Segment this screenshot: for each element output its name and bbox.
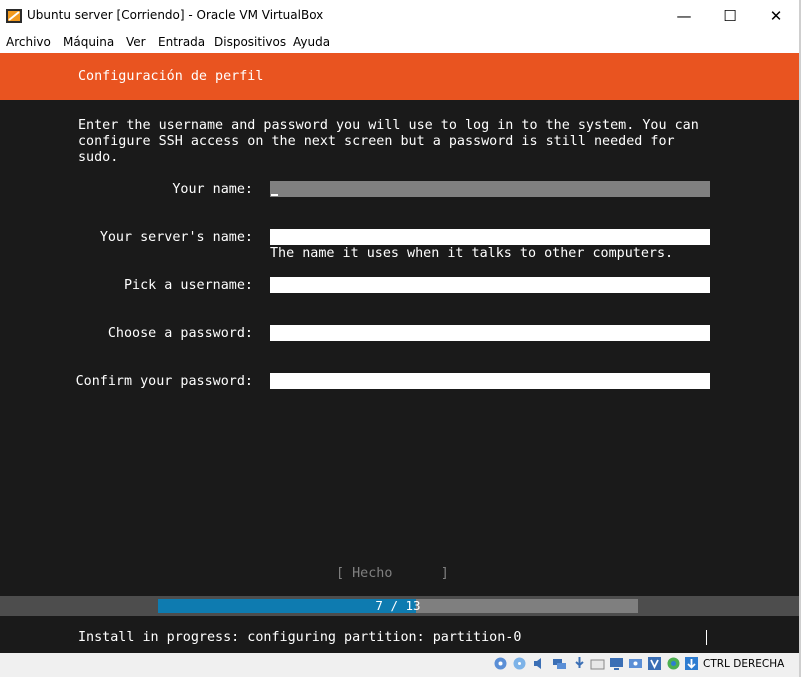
your-name-input[interactable] [270, 181, 710, 197]
shared-folders-icon[interactable] [590, 656, 605, 671]
network-icon[interactable] [552, 656, 567, 671]
minimize-button[interactable]: — [661, 0, 707, 32]
close-button[interactable]: ✕ [753, 0, 799, 32]
keyboard-capture-icon[interactable] [684, 656, 699, 671]
menu-maquina[interactable]: Máquina [63, 35, 114, 49]
hard-disk-icon[interactable] [493, 656, 508, 671]
mouse-integration-icon[interactable] [666, 656, 681, 671]
label-your-name: Your name: [172, 182, 253, 197]
maximize-button[interactable]: ☐ [707, 0, 753, 32]
label-username: Pick a username: [124, 278, 253, 293]
console-caret [706, 630, 707, 645]
usb-icon[interactable] [572, 656, 587, 671]
menu-archivo[interactable]: Archivo [6, 35, 51, 49]
window-title: Ubuntu server [Corriendo] - Oracle VM Vi… [27, 8, 324, 22]
virtualbox-app-icon [6, 9, 22, 23]
password-input[interactable] [270, 325, 710, 341]
username-input[interactable] [270, 277, 710, 293]
vm-console[interactable]: Configuración de perfil Enter the userna… [0, 53, 799, 653]
optical-drive-icon[interactable] [512, 656, 527, 671]
text-cursor [271, 194, 278, 196]
menu-entrada[interactable]: Entrada [158, 35, 205, 49]
recording-icon[interactable] [628, 656, 643, 671]
page-title: Configuración de perfil [78, 69, 264, 84]
display-icon[interactable] [609, 656, 624, 671]
label-server-name: Your server's name: [99, 230, 253, 245]
server-name-hint: The name it uses when it talks to other … [270, 246, 674, 261]
done-button[interactable]: [ Hecho ] [336, 566, 449, 581]
audio-icon[interactable] [532, 656, 547, 671]
install-progress-bar: 7 / 13 [158, 599, 638, 613]
menu-ver[interactable]: Ver [126, 35, 146, 49]
progress-text: 7 / 13 [375, 598, 421, 613]
host-key-label: CTRL DERECHA [703, 658, 785, 670]
maximize-icon: ☐ [723, 7, 737, 25]
window-titlebar: Ubuntu server [Corriendo] - Oracle VM Vi… [0, 0, 799, 32]
label-password: Choose a password: [107, 326, 253, 341]
confirm-password-input[interactable] [270, 373, 710, 389]
label-confirm-password: Confirm your password: [75, 374, 253, 389]
intro-text: Enter the username and password you will… [78, 118, 699, 165]
install-status: Install in progress: configuring partiti… [78, 630, 522, 645]
minimize-icon: — [676, 7, 692, 25]
menu-ayuda[interactable]: Ayuda [293, 35, 330, 49]
close-icon: ✕ [769, 7, 783, 25]
menu-bar: Archivo Máquina Ver Entrada Dispositivos… [0, 32, 799, 53]
server-name-input[interactable] [270, 229, 710, 245]
menu-dispositivos[interactable]: Dispositivos [214, 35, 286, 49]
installer-header: Configuración de perfil [0, 53, 799, 100]
virtualization-icon[interactable] [647, 656, 662, 671]
vm-statusbar: CTRL DERECHA [0, 653, 799, 677]
